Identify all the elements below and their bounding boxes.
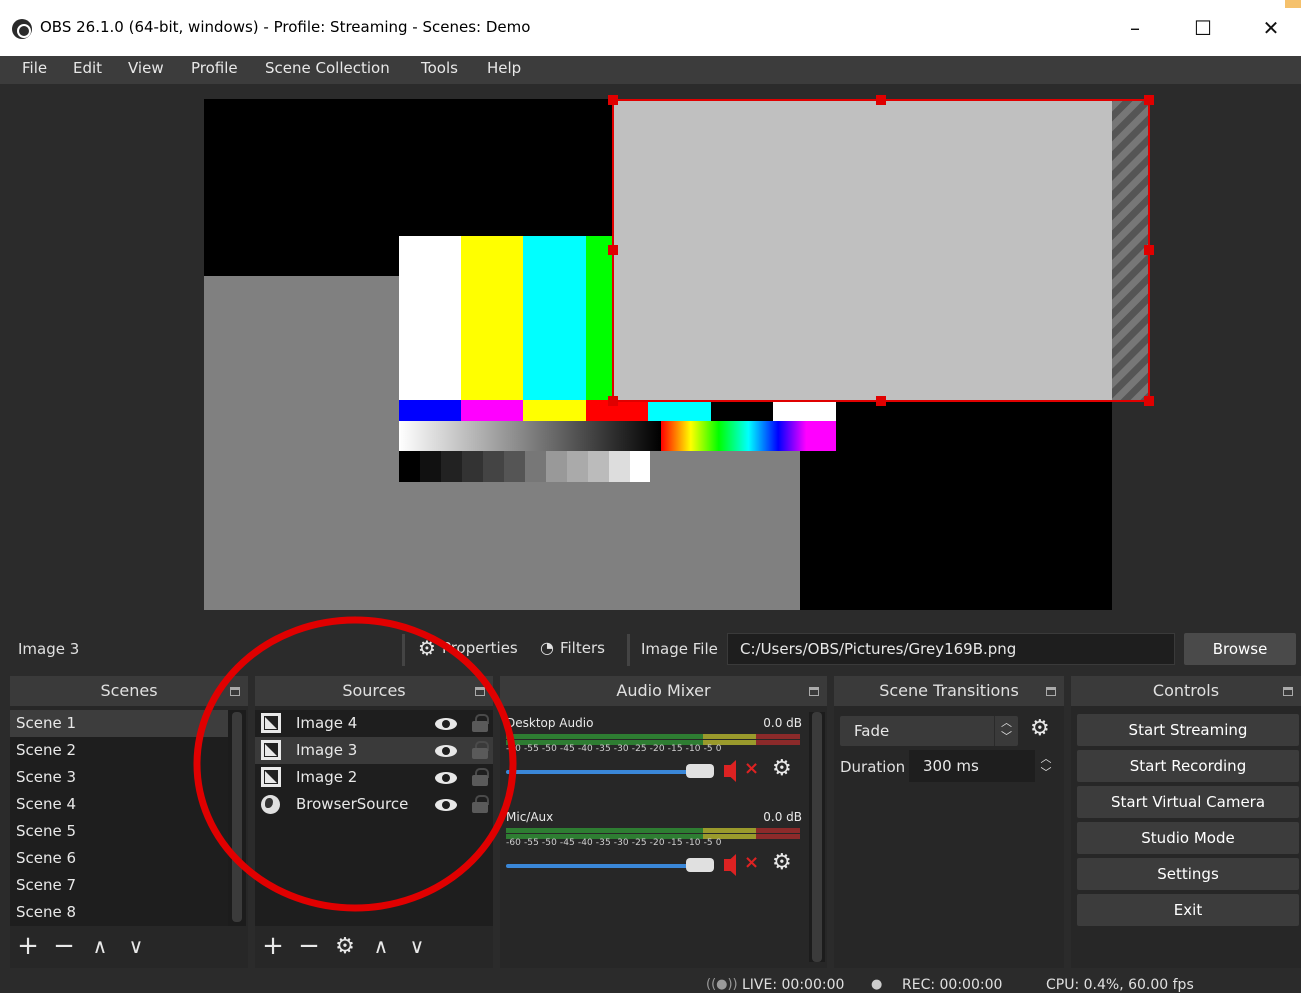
mute-x-icon: × <box>744 758 760 779</box>
select-arrows-icon: ︿ ﹀ <box>994 716 1018 746</box>
studio-mode-button[interactable]: Studio Mode <box>1077 822 1299 854</box>
float-dock-icon[interactable] <box>1046 687 1056 696</box>
browse-button[interactable]: Browse <box>1184 633 1296 665</box>
overflow-stripes <box>1112 101 1148 401</box>
controls-dock: Controls Start Streaming Start Recording… <box>1071 676 1301 968</box>
obs-logo-icon <box>12 19 32 39</box>
preview-canvas[interactable] <box>204 95 1154 610</box>
move-scene-down-button[interactable]: ∨ <box>118 928 154 964</box>
resize-handle[interactable] <box>876 95 886 105</box>
meter-scale: -60 -55 -50 -45 -40 -35 -30 -25 -20 -15 … <box>506 744 722 754</box>
resize-handle[interactable] <box>1144 396 1154 406</box>
close-button[interactable]: ✕ <box>1248 10 1294 46</box>
menu-view[interactable]: View <box>128 59 164 77</box>
menu-profile[interactable]: Profile <box>191 59 238 77</box>
sources-toolbar: + − ⚙ ∧ ∨ <box>255 928 435 964</box>
channel-settings-gear-icon[interactable]: ⚙ <box>772 852 792 874</box>
title-bar: OBS 26.1.0 (64-bit, windows) - Profile: … <box>0 0 1301 56</box>
corner-mark <box>1285 0 1301 8</box>
image-file-label: Image File <box>641 640 718 658</box>
rec-indicator-icon: ● <box>871 977 883 992</box>
resize-handle[interactable] <box>1144 245 1154 255</box>
separator <box>627 634 630 666</box>
resize-handle[interactable] <box>1144 95 1154 105</box>
volume-meter <box>506 734 800 739</box>
exit-button[interactable]: Exit <box>1077 894 1299 926</box>
mixer-scrollbar[interactable] <box>809 712 825 962</box>
live-timer: LIVE: 00:00:00 <box>742 977 845 993</box>
transition-properties-gear-icon[interactable]: ⚙ <box>1030 718 1050 740</box>
minimize-button[interactable]: – <box>1112 10 1158 46</box>
mute-x-icon: × <box>744 852 760 873</box>
image-3-grey[interactable] <box>614 101 1148 401</box>
add-scene-button[interactable]: + <box>10 928 46 964</box>
channel-db: 0.0 dB <box>763 716 802 730</box>
resize-handle[interactable] <box>608 245 618 255</box>
annotation-circle <box>193 616 517 912</box>
start-streaming-button[interactable]: Start Streaming <box>1077 714 1299 746</box>
transition-select[interactable]: Fade ︿ ﹀ <box>840 716 1018 746</box>
resize-handle[interactable] <box>608 396 618 406</box>
remove-source-button[interactable]: − <box>291 928 327 964</box>
volume-slider-handle[interactable] <box>686 858 714 872</box>
move-source-up-button[interactable]: ∧ <box>363 928 399 964</box>
menu-tools[interactable]: Tools <box>421 59 458 77</box>
volume-slider[interactable] <box>506 770 710 774</box>
selected-source-name: Image 3 <box>18 640 80 658</box>
duration-stepper[interactable]: ︿ ﹀ <box>1037 752 1055 780</box>
filters-button[interactable]: ◔ Filters <box>540 638 605 657</box>
move-scene-up-button[interactable]: ∧ <box>82 928 118 964</box>
scrollbar-thumb[interactable] <box>812 712 822 962</box>
menu-help[interactable]: Help <box>487 59 521 77</box>
menu-file[interactable]: File <box>22 59 47 77</box>
status-bar: ((●)) LIVE: 00:00:00 ● REC: 00:00:00 CPU… <box>0 970 1301 993</box>
start-recording-button[interactable]: Start Recording <box>1077 750 1299 782</box>
duration-label: Duration <box>840 758 906 776</box>
float-dock-icon[interactable] <box>809 687 819 696</box>
audio-mixer-dock: Audio Mixer Desktop Audio 0.0 dB -60 -55… <box>500 676 827 968</box>
scene-transitions-dock: Scene Transitions Fade ︿ ﹀ ⚙ Duration 300… <box>834 676 1064 968</box>
resize-handle[interactable] <box>876 396 886 406</box>
resize-handle[interactable] <box>608 95 618 105</box>
menu-edit[interactable]: Edit <box>73 59 102 77</box>
cpu-fps: CPU: 0.4%, 60.00 fps <box>1046 977 1194 993</box>
source-properties-button[interactable]: ⚙ <box>327 928 363 964</box>
menu-bar: File Edit View Profile Scene Collection … <box>0 56 1301 84</box>
volume-slider-handle[interactable] <box>686 764 714 778</box>
float-dock-icon[interactable] <box>1283 687 1293 696</box>
image-file-path-field[interactable]: C:/Users/OBS/Pictures/Grey169B.png <box>727 633 1175 665</box>
filters-icon: ◔ <box>540 638 554 657</box>
volume-slider[interactable] <box>506 864 710 868</box>
scenes-toolbar: + − ∧ ∨ <box>10 928 154 964</box>
live-indicator-icon: ((●)) <box>706 977 738 992</box>
settings-button[interactable]: Settings <box>1077 858 1299 890</box>
scene-transitions-title: Scene Transitions <box>834 676 1064 706</box>
audio-mixer-title: Audio Mixer <box>500 676 827 706</box>
add-source-button[interactable]: + <box>255 928 291 964</box>
duration-input[interactable]: 300 ms <box>909 750 1035 782</box>
controls-title: Controls <box>1071 676 1301 706</box>
menu-scene-collection[interactable]: Scene Collection <box>265 59 390 77</box>
start-virtual-camera-button[interactable]: Start Virtual Camera <box>1077 786 1299 818</box>
channel-settings-gear-icon[interactable]: ⚙ <box>772 758 792 780</box>
rec-timer: REC: 00:00:00 <box>902 977 1003 993</box>
move-source-down-button[interactable]: ∨ <box>399 928 435 964</box>
transition-selected-value: Fade <box>854 722 890 740</box>
channel-db: 0.0 dB <box>763 810 802 824</box>
maximize-button[interactable]: ☐ <box>1180 10 1226 46</box>
remove-scene-button[interactable]: − <box>46 928 82 964</box>
window-title: OBS 26.1.0 (64-bit, windows) - Profile: … <box>40 18 531 36</box>
filters-label: Filters <box>559 638 605 657</box>
volume-meter <box>506 828 800 833</box>
meter-scale: -60 -55 -50 -45 -40 -35 -30 -25 -20 -15 … <box>506 838 722 848</box>
